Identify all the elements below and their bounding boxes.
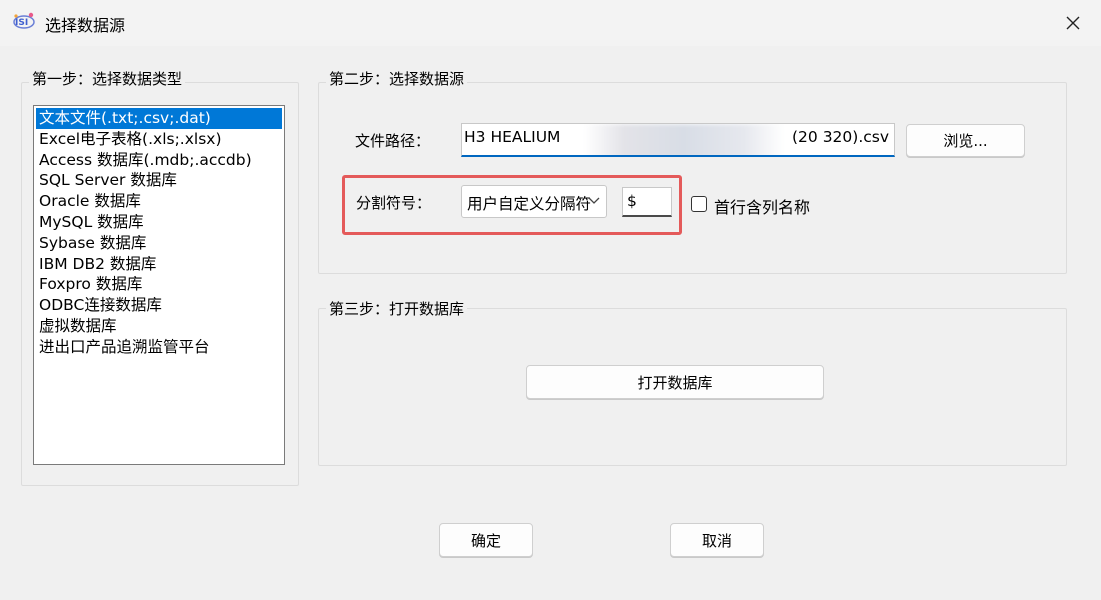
separator-label: 分割符号：: [356, 194, 432, 212]
chevron-down-icon: [588, 197, 600, 204]
list-item[interactable]: 进出口产品追溯监管平台: [36, 337, 282, 358]
open-database-button[interactable]: 打开数据库: [526, 365, 824, 399]
list-item[interactable]: SQL Server 数据库: [36, 170, 282, 191]
list-item[interactable]: Access 数据库(.mdb;.accdb): [36, 150, 282, 171]
data-type-listbox[interactable]: 文本文件(.txt;.csv;.dat) Excel电子表格(.xls;.xlsx…: [33, 105, 285, 465]
browse-button[interactable]: 浏览...: [906, 124, 1025, 157]
list-item[interactable]: 文本文件(.txt;.csv;.dat): [36, 108, 282, 129]
list-item[interactable]: Oracle 数据库: [36, 191, 282, 212]
file-path-input[interactable]: H3 HEALIUM (20 320).csv: [461, 123, 895, 157]
separator-type-select[interactable]: 用户自定义分隔符: [461, 185, 607, 218]
title-bar: ISI 选择数据源: [0, 0, 1101, 46]
list-item[interactable]: Foxpro 数据库: [36, 274, 282, 295]
list-item[interactable]: IBM DB2 数据库: [36, 254, 282, 275]
step2-title: 第二步：选择数据源: [326, 70, 468, 88]
list-item[interactable]: 虚拟数据库: [36, 316, 282, 337]
header-row-checkbox[interactable]: [691, 196, 707, 212]
separator-type-value: 用户自定义分隔符: [467, 195, 592, 213]
redacted-path-segment: [584, 124, 784, 155]
header-row-checkbox-label: 首行含列名称: [714, 198, 811, 217]
file-path-label: 文件路径：: [355, 132, 431, 150]
svg-text:ISI: ISI: [15, 18, 28, 28]
cancel-button[interactable]: 取消: [670, 523, 764, 557]
list-item[interactable]: ODBC连接数据库: [36, 295, 282, 316]
ok-button[interactable]: 确定: [439, 523, 533, 557]
step3-title: 第三步：打开数据库: [326, 300, 468, 318]
list-item[interactable]: MySQL 数据库: [36, 212, 282, 233]
list-item[interactable]: Sybase 数据库: [36, 233, 282, 254]
separator-input[interactable]: $: [622, 187, 672, 217]
app-logo-icon: ISI: [13, 12, 35, 29]
file-path-value-start: H3 HEALIUM: [464, 128, 561, 146]
file-path-value-end: (20 320).csv: [792, 128, 890, 146]
window-title: 选择数据源: [45, 16, 126, 35]
list-item[interactable]: Excel电子表格(.xls;.xlsx): [36, 129, 282, 150]
close-button[interactable]: [1045, 0, 1101, 46]
step1-title: 第一步：选择数据类型: [29, 70, 186, 88]
close-icon: [1066, 16, 1080, 30]
